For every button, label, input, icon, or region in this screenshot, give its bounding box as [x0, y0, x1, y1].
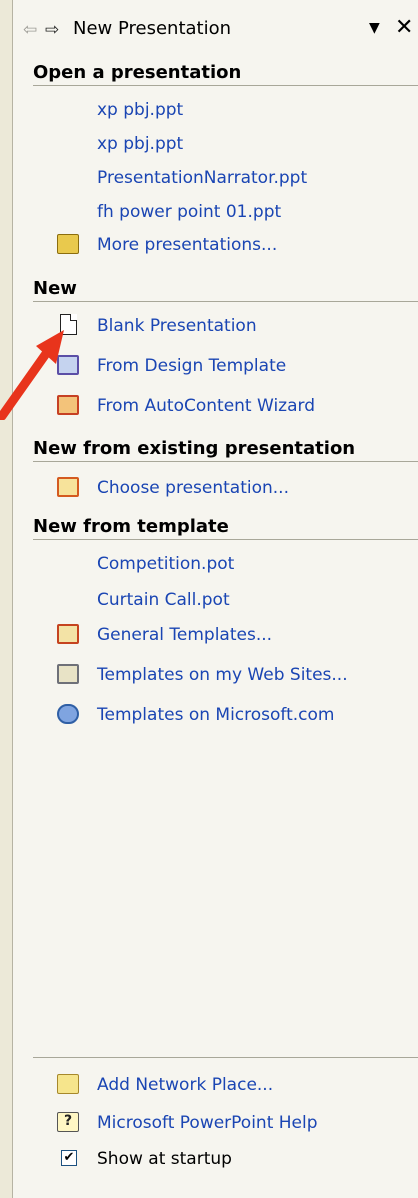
design-template-label[interactable]: From Design Template [97, 356, 286, 376]
recent-file-link[interactable]: xp pbj.ppt [49, 96, 183, 124]
web-sites-templates-label[interactable]: Templates on my Web Sites... [97, 665, 348, 685]
blank-presentation-label[interactable]: Blank Presentation [97, 316, 257, 336]
section-heading-template: New from template [33, 516, 418, 540]
general-templates-label[interactable]: General Templates... [97, 625, 272, 645]
section-heading-open: Open a presentation [33, 62, 418, 86]
recent-template-label[interactable]: Competition.pot [97, 554, 234, 574]
more-presentations-link[interactable]: More presentations... [49, 231, 277, 259]
microsoft-templates-label[interactable]: Templates on Microsoft.com [97, 705, 335, 725]
task-pane-titlebar: ⇦ ⇨ New Presentation ▼ ✕ [13, 0, 418, 60]
choose-presentation-icon [57, 477, 79, 497]
microsoft-templates-link[interactable]: Templates on Microsoft.com [49, 701, 335, 729]
web-sites-templates-link[interactable]: Templates on my Web Sites... [49, 661, 348, 689]
close-icon[interactable]: ✕ [395, 15, 413, 40]
add-network-place-label[interactable]: Add Network Place... [97, 1075, 273, 1095]
autocontent-wizard-link[interactable]: From AutoContent Wizard [49, 392, 315, 420]
recent-template-link[interactable]: Competition.pot [49, 550, 234, 578]
web-sites-icon [57, 664, 79, 684]
section-heading-new: New [33, 278, 418, 302]
task-pane: ⇦ ⇨ New Presentation ▼ ✕ Open a presenta… [12, 0, 418, 1198]
task-pane-title[interactable]: New Presentation [73, 18, 231, 39]
annotation-arrow-icon [0, 330, 64, 420]
choose-presentation-label[interactable]: Choose presentation... [97, 478, 289, 498]
recent-file-link[interactable]: fh power point 01.ppt [49, 198, 281, 226]
general-templates-link[interactable]: General Templates... [49, 621, 272, 649]
forward-arrow-icon[interactable]: ⇨ [45, 20, 59, 40]
autocontent-wizard-label[interactable]: From AutoContent Wizard [97, 396, 315, 416]
globe-icon [57, 704, 79, 724]
recent-file-label[interactable]: fh power point 01.ppt [97, 202, 281, 222]
recent-file-label[interactable]: xp pbj.ppt [97, 100, 183, 120]
show-at-startup-checkbox[interactable]: ✔ [61, 1150, 77, 1166]
design-template-link[interactable]: From Design Template [49, 352, 286, 380]
recent-template-link[interactable]: Curtain Call.pot [49, 586, 230, 614]
pane-menu-dropdown-icon[interactable]: ▼ [369, 20, 380, 36]
show-at-startup-row[interactable]: ✔ Show at startup [49, 1145, 232, 1173]
network-place-folder-icon [57, 1074, 79, 1094]
help-label[interactable]: Microsoft PowerPoint Help [97, 1113, 318, 1133]
open-folder-icon [57, 234, 79, 254]
choose-presentation-link[interactable]: Choose presentation... [49, 474, 289, 502]
recent-template-label[interactable]: Curtain Call.pot [97, 590, 230, 610]
window-edge [0, 0, 12, 1198]
recent-file-label[interactable]: xp pbj.ppt [97, 134, 183, 154]
back-arrow-icon[interactable]: ⇦ [23, 20, 37, 40]
recent-file-link[interactable]: PresentationNarrator.ppt [49, 164, 307, 192]
recent-file-label[interactable]: PresentationNarrator.ppt [97, 168, 307, 188]
footer-divider [33, 1057, 418, 1058]
recent-file-link[interactable]: xp pbj.ppt [49, 130, 183, 158]
add-network-place-link[interactable]: Add Network Place... [49, 1071, 273, 1099]
show-at-startup-label: Show at startup [97, 1149, 232, 1169]
help-icon: ? [57, 1112, 79, 1132]
more-presentations-label[interactable]: More presentations... [97, 235, 277, 255]
general-templates-icon [57, 624, 79, 644]
help-link[interactable]: ? Microsoft PowerPoint Help [49, 1109, 318, 1137]
blank-presentation-link[interactable]: Blank Presentation [49, 312, 257, 340]
section-heading-existing: New from existing presentation [33, 438, 418, 462]
